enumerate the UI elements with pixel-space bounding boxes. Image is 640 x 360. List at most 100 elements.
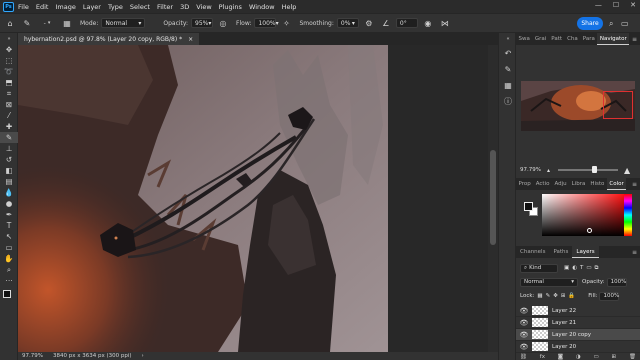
- home-icon[interactable]: ⌂: [3, 16, 17, 30]
- flow-field[interactable]: 100% ▾: [254, 18, 279, 28]
- status-zoom[interactable]: 97.79%: [22, 353, 43, 359]
- layer-row-selected[interactable]: 👁 Layer 20 copy: [516, 329, 640, 341]
- scrollbar-thumb[interactable]: [490, 150, 496, 245]
- navigator-zoom-value[interactable]: 97.79%: [520, 167, 541, 173]
- tab-adjustments[interactable]: Adju: [552, 178, 569, 190]
- brushes-panel-icon[interactable]: ✎: [499, 61, 517, 77]
- visibility-eye-icon[interactable]: 👁: [516, 343, 532, 351]
- layer-opacity-field[interactable]: 100%: [606, 277, 627, 287]
- menu-3d[interactable]: 3D: [180, 3, 189, 11]
- tab-actions[interactable]: Actio: [533, 178, 552, 190]
- tab-histogram[interactable]: Histo: [588, 178, 607, 190]
- menu-view[interactable]: View: [196, 3, 211, 11]
- type-tool-icon[interactable]: T: [0, 220, 18, 231]
- visibility-eye-icon[interactable]: 👁: [516, 307, 532, 315]
- menu-plugins[interactable]: Plugins: [219, 3, 242, 11]
- history-brush-tool-icon[interactable]: ↺: [0, 154, 18, 165]
- artwork-canvas[interactable]: [18, 45, 388, 352]
- frame-tool-icon[interactable]: ⊠: [0, 99, 18, 110]
- collapse-dock-icon[interactable]: «: [499, 33, 517, 45]
- tab-navigator[interactable]: Navigator: [597, 33, 630, 45]
- menu-help[interactable]: Help: [282, 3, 297, 11]
- panel-menu-icon[interactable]: ≡: [632, 181, 637, 188]
- color-picker-handle[interactable]: [587, 228, 592, 233]
- close-icon[interactable]: ✕: [630, 1, 636, 9]
- panel-menu-icon[interactable]: ≡: [632, 36, 637, 43]
- navigator-view-box[interactable]: [603, 91, 633, 119]
- tab-gradients[interactable]: Grai: [532, 33, 548, 45]
- color-picker-field[interactable]: [542, 194, 630, 236]
- mode-select[interactable]: Normal ▾: [101, 18, 146, 28]
- tab-color[interactable]: Color: [606, 178, 627, 190]
- new-layer-icon[interactable]: ⊞: [612, 354, 617, 360]
- rectangle-tool-icon[interactable]: ▭: [0, 242, 18, 253]
- healing-brush-tool-icon[interactable]: ✚: [0, 121, 18, 132]
- share-button[interactable]: Share: [577, 17, 603, 30]
- pressure-size-icon[interactable]: ◉: [421, 16, 435, 30]
- dodge-tool-icon[interactable]: ●: [0, 198, 18, 209]
- crop-tool-icon[interactable]: ⌗: [0, 88, 18, 99]
- more-tools-icon[interactable]: ⋯: [0, 275, 18, 286]
- tab-properties[interactable]: Prop: [516, 178, 533, 190]
- hue-slider[interactable]: [624, 194, 632, 236]
- gradient-tool-icon[interactable]: ▤: [0, 176, 18, 187]
- maximize-icon[interactable]: ☐: [613, 1, 619, 9]
- menu-type[interactable]: Type: [108, 3, 123, 11]
- blur-tool-icon[interactable]: 💧: [0, 187, 18, 198]
- object-select-tool-icon[interactable]: ⬒: [0, 77, 18, 88]
- tab-character[interactable]: Cha: [565, 33, 581, 45]
- tab-libraries[interactable]: Libra: [569, 178, 588, 190]
- adjustment-layer-icon[interactable]: ◑: [576, 354, 581, 360]
- menu-window[interactable]: Window: [249, 3, 275, 11]
- minimize-icon[interactable]: —: [595, 1, 602, 9]
- pressure-opacity-icon[interactable]: ◎: [216, 16, 230, 30]
- pen-tool-icon[interactable]: ✒: [0, 209, 18, 220]
- add-mask-icon[interactable]: ◙: [558, 354, 563, 360]
- brush-preset-picker[interactable]: - ▾: [37, 16, 57, 30]
- color-swatches-icon[interactable]: [0, 289, 18, 303]
- vertical-scrollbar[interactable]: [488, 45, 498, 352]
- menu-edit[interactable]: Edit: [36, 3, 49, 11]
- layer-row[interactable]: 👁 Layer 20: [516, 341, 640, 353]
- expand-toolbar-icon[interactable]: »: [0, 33, 18, 44]
- marquee-tool-icon[interactable]: ⬚: [0, 55, 18, 66]
- layer-style-icon[interactable]: fx: [540, 354, 545, 360]
- foreground-color-swatch[interactable]: [524, 202, 533, 211]
- layer-row[interactable]: 👁 Layer 22: [516, 305, 640, 317]
- fill-field[interactable]: 100%: [599, 291, 620, 301]
- chevron-right-icon[interactable]: ›: [142, 353, 144, 359]
- brush-settings-panel-icon[interactable]: ▦: [499, 77, 517, 93]
- eyedropper-tool-icon[interactable]: ⁄: [0, 110, 18, 121]
- angle-field[interactable]: 0°: [395, 18, 418, 28]
- new-group-icon[interactable]: ▭: [594, 354, 599, 360]
- path-select-tool-icon[interactable]: ↖: [0, 231, 18, 242]
- smoothing-field[interactable]: 0% ▾: [336, 18, 359, 28]
- lock-icons[interactable]: ▦✎✥⊞🔒: [537, 293, 578, 299]
- info-panel-icon[interactable]: ⓘ: [499, 93, 517, 109]
- link-layers-icon[interactable]: ⛓: [520, 354, 527, 360]
- tab-paragraph[interactable]: Para: [580, 33, 597, 45]
- brush-settings-icon[interactable]: ▦: [60, 16, 74, 30]
- zoom-tool-icon[interactable]: ⌕: [0, 264, 18, 275]
- zoom-out-icon[interactable]: ▴: [547, 167, 550, 174]
- brush-tool-icon[interactable]: ✎: [0, 132, 18, 143]
- hand-tool-icon[interactable]: ✋: [0, 253, 18, 264]
- smoothing-settings-icon[interactable]: ⚙: [362, 16, 376, 30]
- search-icon[interactable]: ⌕: [609, 19, 613, 29]
- tab-paths[interactable]: Paths: [549, 246, 572, 258]
- layer-row[interactable]: 👁 Layer 21: [516, 317, 640, 329]
- document-tab[interactable]: hybernation2.psd @ 97.8% (Layer 20 copy,…: [18, 33, 200, 45]
- tab-channels[interactable]: Channels: [516, 246, 549, 258]
- lasso-tool-icon[interactable]: ➰: [0, 66, 18, 77]
- visibility-eye-icon[interactable]: 👁: [516, 319, 532, 327]
- tab-swatches[interactable]: Swa: [516, 33, 532, 45]
- panel-menu-icon[interactable]: ≡: [632, 249, 637, 256]
- blend-mode-select[interactable]: Normal ▾: [520, 277, 578, 287]
- menu-file[interactable]: File: [18, 3, 29, 11]
- canvas-area[interactable]: [18, 45, 498, 352]
- navigator-thumbnail[interactable]: [521, 81, 635, 131]
- menu-filter[interactable]: Filter: [157, 3, 173, 11]
- airbrush-icon[interactable]: ✧: [279, 16, 293, 30]
- eraser-tool-icon[interactable]: ◧: [0, 165, 18, 176]
- opacity-field[interactable]: 95% ▾: [191, 18, 214, 28]
